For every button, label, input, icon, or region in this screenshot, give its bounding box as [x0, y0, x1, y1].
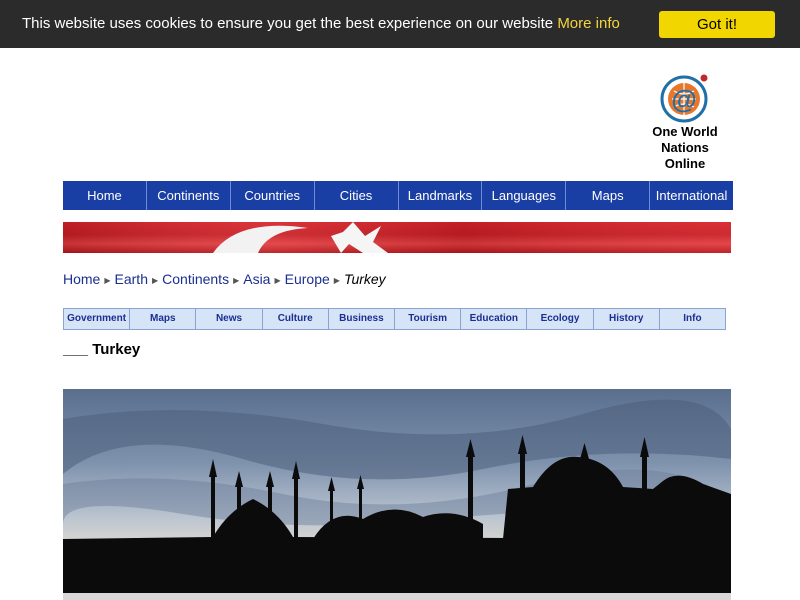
breadcrumb-separator-icon: ▶: [274, 276, 281, 285]
nav-item-international[interactable]: International: [650, 181, 733, 210]
breadcrumb-earth[interactable]: Earth: [115, 271, 148, 287]
breadcrumb-continents[interactable]: Continents: [162, 271, 229, 287]
breadcrumb-separator-icon: ▶: [104, 276, 111, 285]
got-it-button[interactable]: Got it!: [659, 11, 775, 38]
breadcrumb-asia[interactable]: Asia: [243, 271, 270, 287]
breadcrumb-europe[interactable]: Europe: [285, 271, 330, 287]
tab-history[interactable]: History: [593, 309, 660, 329]
breadcrumb: Home ▶ Earth ▶ Continents ▶ Asia ▶ Europe ▶ Turkey: [63, 271, 386, 289]
breadcrumb-current: Turkey: [343, 271, 386, 287]
tab-info[interactable]: Info: [659, 309, 726, 329]
breadcrumb-home[interactable]: Home: [63, 271, 100, 287]
logo-line-1: One World: [652, 124, 718, 139]
tab-education[interactable]: Education: [461, 309, 528, 329]
more-info-link[interactable]: More info: [557, 15, 620, 32]
tab-business[interactable]: Business: [328, 309, 396, 329]
tab-ecology[interactable]: Ecology: [527, 309, 594, 329]
crescent-star-icon: [63, 222, 731, 253]
topic-tabs: Government Maps News Culture Business To…: [63, 308, 726, 330]
at-globe-logo-icon: @: [660, 74, 708, 123]
turkish-flag-banner: [63, 222, 731, 253]
cookie-message-text: This website uses cookies to ensure you …: [22, 15, 554, 32]
skyline-image: [63, 389, 731, 600]
logo-line-2: Nations Online: [661, 140, 709, 171]
breadcrumb-separator-icon: ▶: [333, 276, 340, 285]
breadcrumb-separator-icon: ▶: [151, 276, 159, 285]
nav-item-continents[interactable]: Continents: [147, 181, 231, 210]
tab-tourism[interactable]: Tourism: [395, 309, 462, 329]
nav-item-countries[interactable]: Countries: [231, 181, 315, 210]
tab-culture[interactable]: Culture: [262, 309, 329, 329]
cookie-consent-bar: This website uses cookies to ensure you …: [0, 0, 800, 48]
site-logo[interactable]: @ One World Nations Online: [640, 72, 730, 172]
nav-item-maps[interactable]: Maps: [566, 181, 651, 210]
page-title: ___ Turkey: [63, 341, 141, 358]
cookie-message: This website uses cookies to ensure you …: [22, 15, 620, 33]
istanbul-skyline-photo: [63, 389, 731, 600]
nav-item-cities[interactable]: Cities: [315, 181, 399, 210]
tab-news[interactable]: News: [196, 309, 263, 329]
nav-item-languages[interactable]: Languages: [482, 181, 567, 210]
main-navigation: Home Continents Countries Cities Landmar…: [63, 181, 733, 210]
nav-item-home[interactable]: Home: [63, 181, 147, 210]
breadcrumb-separator-icon: ▶: [233, 276, 240, 285]
tab-maps[interactable]: Maps: [130, 309, 197, 329]
svg-text:@: @: [671, 84, 696, 114]
nav-item-landmarks[interactable]: Landmarks: [399, 181, 483, 210]
tab-government[interactable]: Government: [64, 309, 131, 329]
